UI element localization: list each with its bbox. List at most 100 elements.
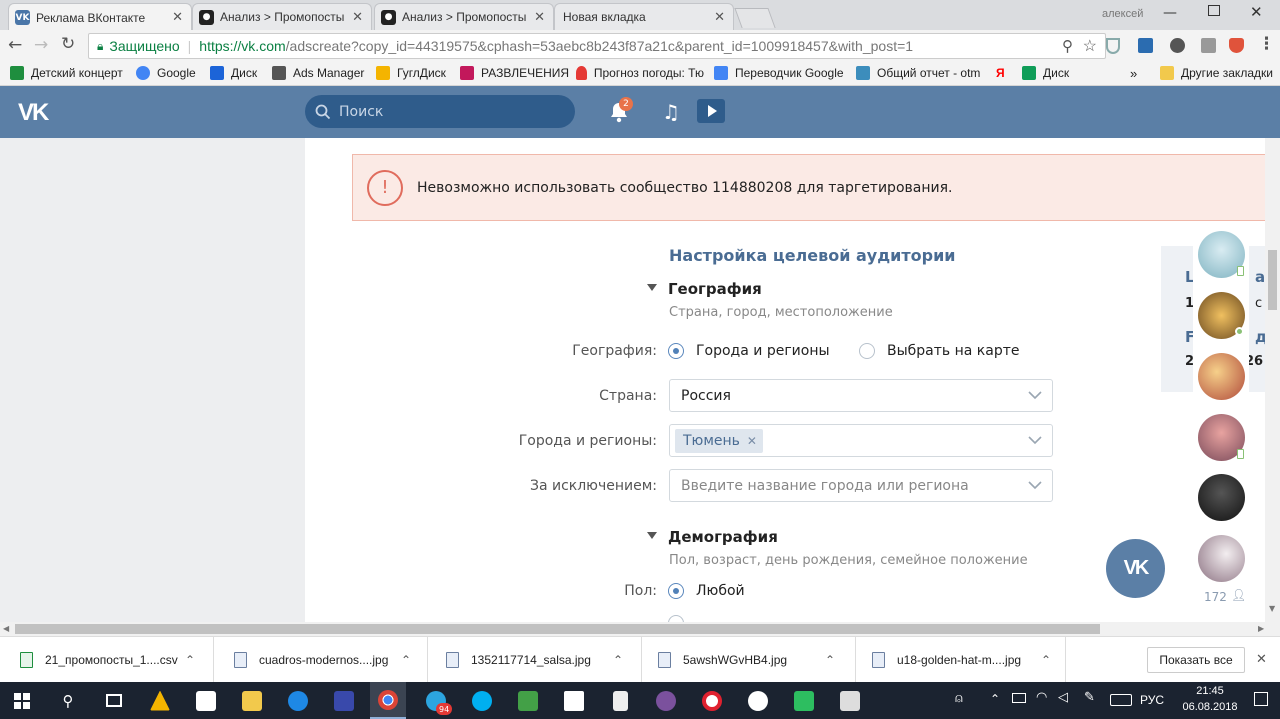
task-view-icon[interactable]: [96, 682, 132, 719]
volume-icon[interactable]: ◁: [1058, 690, 1068, 705]
music-icon[interactable]: ♫: [662, 100, 680, 124]
extension-icon[interactable]: [1138, 38, 1153, 53]
vk-messenger-button[interactable]: VK: [1106, 539, 1165, 598]
vertical-scrollbar[interactable]: ▼: [1265, 138, 1280, 622]
photos-icon[interactable]: [832, 682, 868, 719]
opera-icon[interactable]: [694, 682, 730, 719]
tab-new[interactable]: Новая вкладка ✕: [554, 3, 734, 30]
chrome-icon[interactable]: [370, 682, 406, 719]
cities-select[interactable]: Тюмень ✕: [669, 424, 1053, 457]
bookmark-star-icon[interactable]: ☆: [1083, 36, 1097, 56]
bookmark-item[interactable]: Общий отчет - otm: [856, 66, 986, 80]
close-downloads-icon[interactable]: ✕: [1256, 651, 1267, 667]
bookmark-item[interactable]: РАЗВЛЕЧЕНИЯ: [460, 66, 569, 80]
scroll-left-icon[interactable]: ◀: [3, 624, 9, 633]
avatar[interactable]: [1198, 474, 1245, 521]
profile-name[interactable]: алексей: [1102, 8, 1143, 20]
viber-icon[interactable]: [648, 682, 684, 719]
tab-promoposts-1[interactable]: ● Анализ > Промопосты - ✕: [192, 3, 372, 30]
search-input[interactable]: Поиск: [305, 95, 575, 128]
file-explorer-icon[interactable]: [234, 682, 270, 719]
geo-map-radio[interactable]: [859, 343, 875, 359]
bookmark-item[interactable]: Прогноз погоды: Тю: [576, 66, 704, 80]
other-bookmarks[interactable]: Другие закладки: [1160, 66, 1273, 80]
evernote-extension-icon[interactable]: [1170, 38, 1185, 53]
avatar[interactable]: [1198, 535, 1245, 582]
scroll-thumb[interactable]: [1268, 250, 1277, 310]
tab-promoposts-2[interactable]: ● Анализ > Промопосты - ✕: [374, 3, 554, 30]
geo-section-title[interactable]: География: [668, 280, 762, 298]
language-indicator[interactable]: РУС: [1140, 693, 1164, 707]
window-close-icon[interactable]: ✕: [1250, 3, 1263, 21]
action-center-icon[interactable]: [1254, 692, 1268, 706]
exclude-input[interactable]: Введите название города или региона: [669, 469, 1053, 502]
menu-kebab-icon[interactable]: ⋮: [1258, 34, 1275, 54]
app-icon[interactable]: [326, 682, 362, 719]
vk-logo-icon[interactable]: VK: [18, 99, 49, 127]
maximize-icon[interactable]: [1208, 5, 1220, 16]
geo-cities-radio[interactable]: [668, 343, 684, 359]
collapse-triangle-icon[interactable]: [647, 532, 657, 539]
skype-icon[interactable]: [464, 682, 500, 719]
scroll-down-icon[interactable]: ▼: [1269, 604, 1275, 613]
collapse-triangle-icon[interactable]: [647, 284, 657, 291]
tray-chevron-icon[interactable]: ⌃: [990, 692, 1000, 706]
download-item[interactable]: cuadros-modernos....jpg ⌃: [214, 637, 428, 683]
clock-time[interactable]: 21:45: [1180, 685, 1240, 697]
chevron-up-icon[interactable]: ⌃: [401, 653, 411, 667]
tab-vk-ads[interactable]: VK Реклама ВКонтакте ✕: [8, 3, 192, 31]
back-icon[interactable]: ←: [8, 35, 22, 55]
remove-token-icon[interactable]: ✕: [747, 434, 757, 448]
zoom-icon[interactable]: ⚲: [1062, 37, 1073, 55]
close-icon[interactable]: ✕: [172, 10, 183, 25]
people-icon[interactable]: ⍝: [955, 691, 963, 706]
show-all-downloads-button[interactable]: Показать все: [1147, 647, 1245, 673]
bookmark-item[interactable]: Диск: [1022, 66, 1069, 80]
download-item[interactable]: 21_промопосты_1....csv ⌃: [0, 637, 214, 683]
shield-extension-icon[interactable]: [1106, 38, 1120, 54]
evernote-icon[interactable]: [786, 682, 822, 719]
more-bookmarks-button[interactable]: »: [1130, 66, 1137, 81]
close-icon[interactable]: ✕: [714, 10, 725, 25]
video-icon[interactable]: [697, 99, 725, 123]
bookmark-item[interactable]: Google: [136, 66, 196, 80]
geo-map-option[interactable]: Выбрать на карте: [887, 343, 1020, 359]
pen-icon[interactable]: ✎: [1084, 690, 1095, 705]
bookmark-item[interactable]: Детский концерт: [10, 66, 123, 80]
chevron-up-icon[interactable]: ⌃: [825, 653, 835, 667]
country-select[interactable]: Россия: [669, 379, 1053, 412]
app-icon[interactable]: [740, 682, 776, 719]
windows-start-icon[interactable]: [4, 682, 40, 719]
extension-icon[interactable]: [1201, 38, 1216, 53]
close-icon[interactable]: ✕: [534, 10, 545, 25]
bookmark-item[interactable]: Ads Manager: [272, 66, 364, 80]
avatar[interactable]: [1198, 353, 1245, 400]
search-icon[interactable]: ⚲: [50, 682, 86, 719]
minimize-icon[interactable]: —: [1163, 5, 1177, 21]
app-icon[interactable]: [556, 682, 592, 719]
gender-next-radio[interactable]: [668, 615, 684, 622]
download-item[interactable]: u18-golden-hat-m....jpg ⌃: [856, 637, 1066, 683]
chevron-up-icon[interactable]: ⌃: [613, 653, 623, 667]
gender-any-radio[interactable]: [668, 583, 684, 599]
forward-icon[interactable]: →: [34, 35, 48, 55]
adblock-extension-icon[interactable]: [1229, 38, 1244, 53]
demo-section-title[interactable]: Демография: [668, 528, 778, 546]
scroll-right-icon[interactable]: ▶: [1258, 624, 1264, 633]
chevron-up-icon[interactable]: ⌃: [185, 653, 195, 667]
edge-icon[interactable]: [280, 682, 316, 719]
new-tab-button[interactable]: [734, 8, 776, 28]
geo-cities-option[interactable]: Города и регионы: [696, 343, 830, 359]
gender-any-option[interactable]: Любой: [696, 583, 745, 599]
bookmark-item[interactable]: ГуглДиск: [376, 66, 446, 80]
download-item[interactable]: 5awshWGvHB4.jpg ⌃: [642, 637, 856, 683]
bookmark-item[interactable]: Я: [996, 66, 1005, 80]
address-bar[interactable]: 🔒︎ Защищено | https://vk.com /adscreate?…: [88, 33, 1106, 59]
app-icon[interactable]: [510, 682, 546, 719]
clock-date[interactable]: 06.08.2018: [1174, 701, 1246, 713]
bookmark-item[interactable]: Переводчик Google: [714, 66, 844, 80]
notepad-icon[interactable]: [602, 682, 638, 719]
keyboard-icon[interactable]: [1110, 694, 1132, 706]
download-item[interactable]: 1352117714_salsa.jpg ⌃: [428, 637, 642, 683]
reload-icon[interactable]: ↻: [61, 34, 75, 54]
